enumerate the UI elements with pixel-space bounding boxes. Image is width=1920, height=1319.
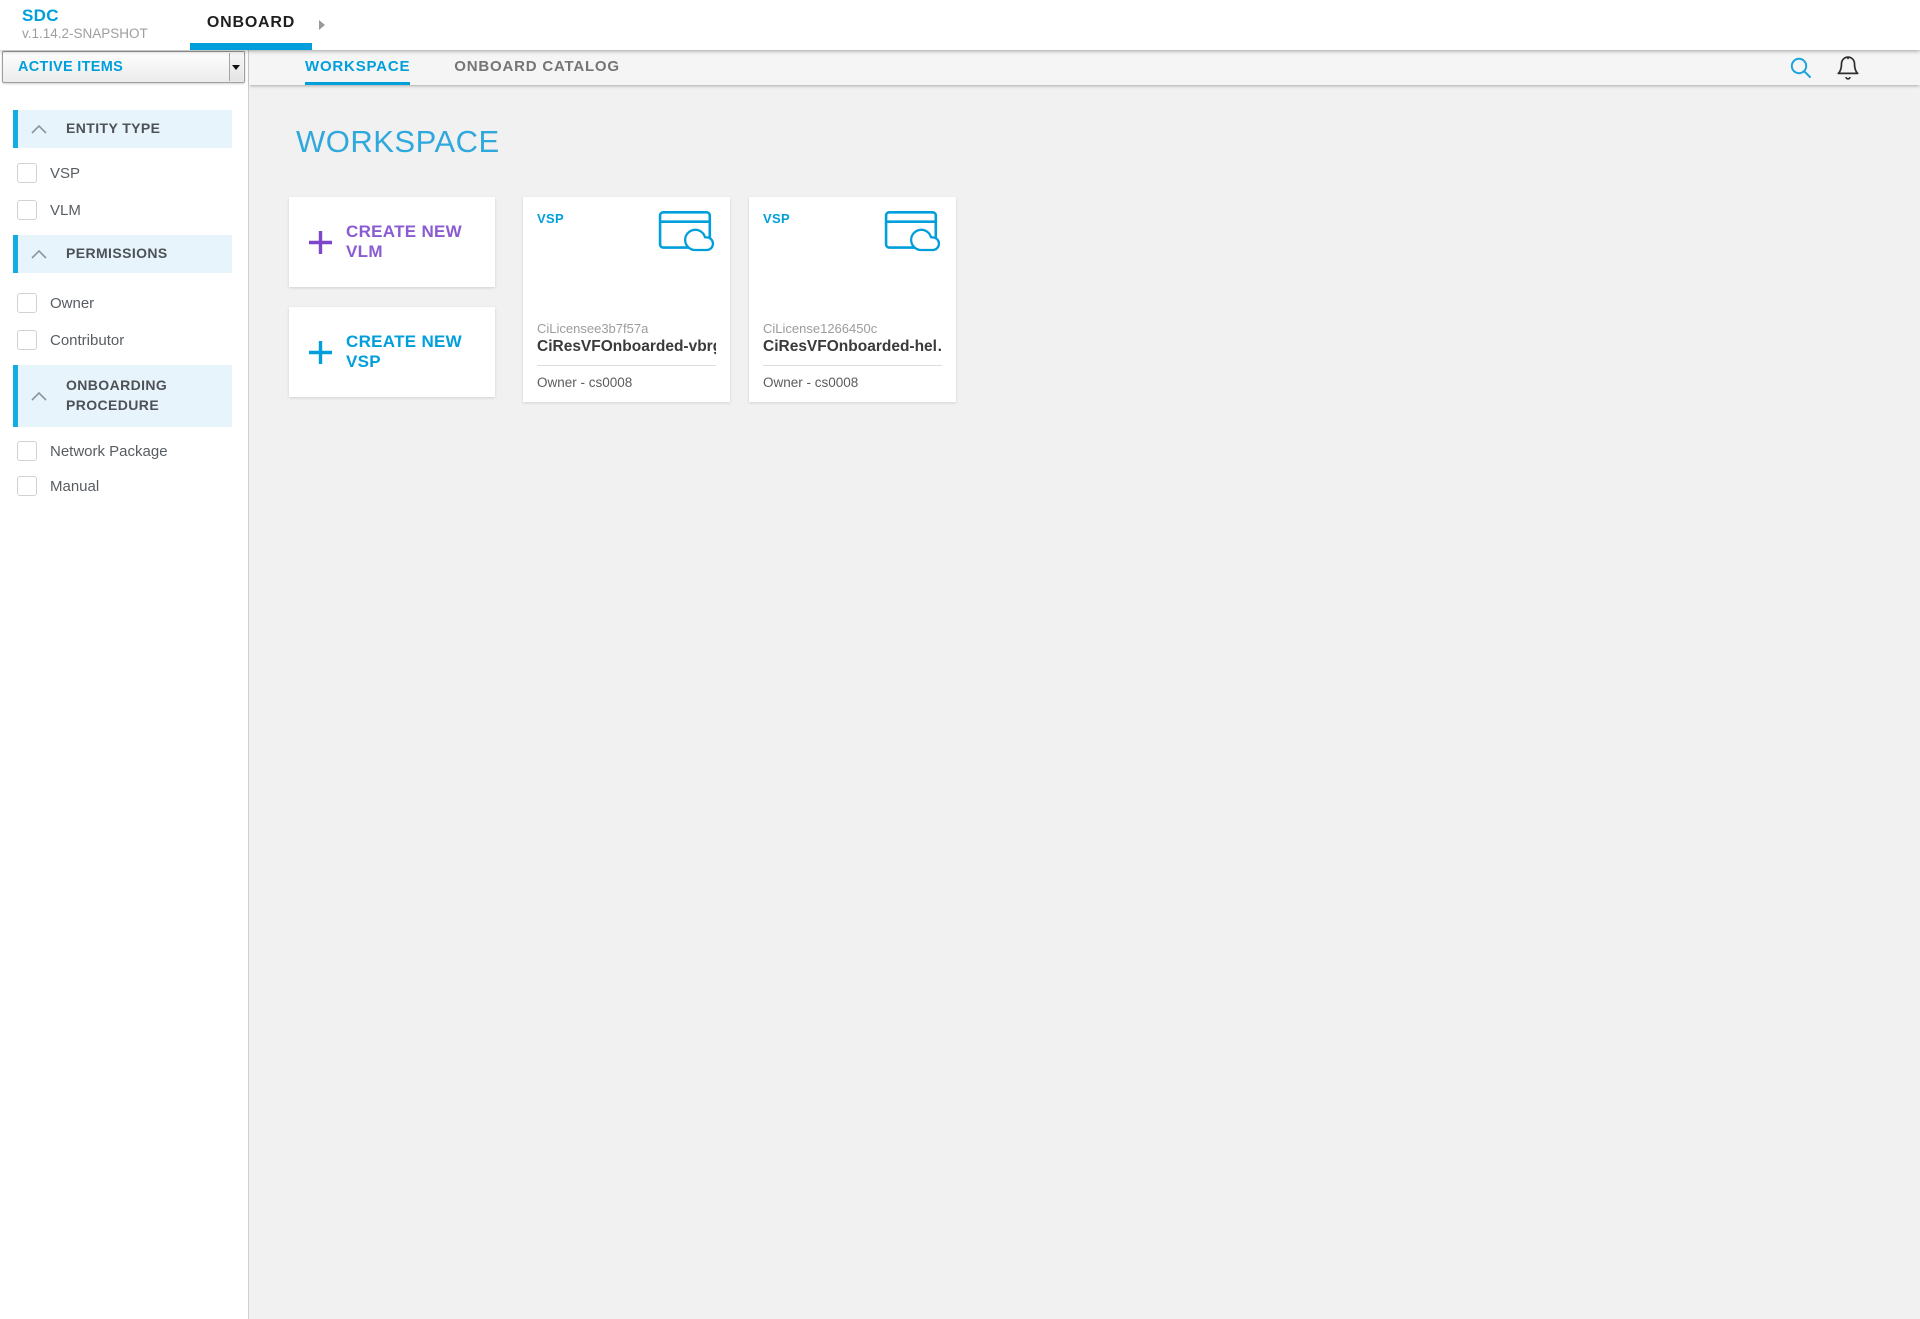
search-icon[interactable]: [1789, 50, 1813, 85]
tab-onboard[interactable]: ONBOARD: [190, 0, 312, 50]
filter-row-network-package: Network Package: [17, 441, 168, 461]
chevron-up-icon: [30, 124, 48, 135]
checkbox-label: Contributor: [50, 332, 124, 349]
sidebar-section-permissions[interactable]: PERMISSIONS: [13, 235, 232, 273]
view-filter-value: ACTIVE ITEMS: [18, 52, 123, 82]
card-divider: [537, 365, 716, 366]
checkbox-owner[interactable]: [17, 293, 37, 313]
filter-row-owner: Owner: [17, 293, 94, 313]
checkbox-label: VLM: [50, 202, 81, 219]
vsp-card[interactable]: VSP CiLicense1266450c CiResVFOnboarded-h…: [749, 197, 956, 402]
checkbox-label: Owner: [50, 295, 94, 312]
chevron-up-icon: [30, 249, 48, 260]
filter-sidebar: ACTIVE ITEMS ENTITY TYPE VSP VLM PERMISS…: [0, 50, 249, 1319]
workspace-main: WORKSPACE CREATE NEW VLM CREATE NEW VSP …: [250, 85, 1920, 1319]
card-divider: [763, 365, 942, 366]
vsp-cloud-icon: [884, 209, 942, 255]
checkbox-label: VSP: [50, 165, 80, 182]
owner-label: Owner - cs0008: [763, 375, 942, 390]
tab-onboard-catalog[interactable]: ONBOARD CATALOG: [454, 50, 620, 85]
plus-icon: [309, 341, 332, 364]
section-title: PERMISSIONS: [66, 244, 178, 264]
checkbox-manual[interactable]: [17, 476, 37, 496]
plus-icon: [309, 231, 332, 254]
checkbox-label: Network Package: [50, 443, 168, 460]
section-title: ENTITY TYPE: [66, 119, 170, 139]
vsp-type-label: VSP: [537, 211, 564, 226]
app-version: v.1.14.2-SNAPSHOT: [22, 26, 148, 43]
tab-workspace[interactable]: WORKSPACE: [305, 50, 410, 85]
filter-row-contributor: Contributor: [17, 330, 124, 350]
create-new-vsp-label: CREATE NEW VSP: [346, 332, 495, 372]
filter-row-vlm: VLM: [17, 200, 81, 220]
chevron-right-icon[interactable]: [319, 20, 325, 30]
app-logo: SDC v.1.14.2-SNAPSHOT: [22, 5, 148, 43]
create-new-vlm-button[interactable]: CREATE NEW VLM: [289, 197, 495, 287]
vsp-cloud-icon: [658, 209, 716, 255]
vsp-name: CiResVFOnboarded-hel…: [763, 338, 942, 356]
filter-row-vsp: VSP: [17, 163, 80, 183]
vsp-card[interactable]: VSP CiLicensee3b7f57a CiResVFOnboarded-v…: [523, 197, 730, 402]
workspace-subnav: WORKSPACE ONBOARD CATALOG: [249, 50, 1920, 85]
create-new-vlm-label: CREATE NEW VLM: [346, 222, 495, 262]
checkbox-label: Manual: [50, 478, 99, 495]
chevron-up-icon: [30, 391, 48, 402]
tab-onboard-active-indicator: [190, 43, 312, 50]
sidebar-section-onboarding-procedure[interactable]: ONBOARDING PROCEDURE: [13, 365, 232, 427]
view-filter-select[interactable]: ACTIVE ITEMS: [2, 51, 245, 83]
bell-icon[interactable]: [1835, 50, 1861, 85]
vsp-type-label: VSP: [763, 211, 790, 226]
vendor-id: CiLicense1266450c: [763, 321, 942, 336]
checkbox-contributor[interactable]: [17, 330, 37, 350]
checkbox-network-package[interactable]: [17, 441, 37, 461]
app-header: SDC v.1.14.2-SNAPSHOT ONBOARD: [0, 0, 1920, 50]
checkbox-vlm[interactable]: [17, 200, 37, 220]
page-title: WORKSPACE: [296, 124, 500, 160]
dropdown-caret-icon: [232, 65, 240, 70]
app-title: SDC: [22, 5, 148, 26]
checkbox-vsp[interactable]: [17, 163, 37, 183]
filter-row-manual: Manual: [17, 476, 99, 496]
tab-onboard-label: ONBOARD: [207, 14, 295, 32]
section-title: ONBOARDING PROCEDURE: [66, 376, 204, 415]
vsp-name: CiResVFOnboarded-vbrg…: [537, 338, 716, 356]
owner-label: Owner - cs0008: [537, 375, 716, 390]
sidebar-section-entity-type[interactable]: ENTITY TYPE: [13, 110, 232, 148]
vendor-id: CiLicensee3b7f57a: [537, 321, 716, 336]
create-new-vsp-button[interactable]: CREATE NEW VSP: [289, 307, 495, 397]
